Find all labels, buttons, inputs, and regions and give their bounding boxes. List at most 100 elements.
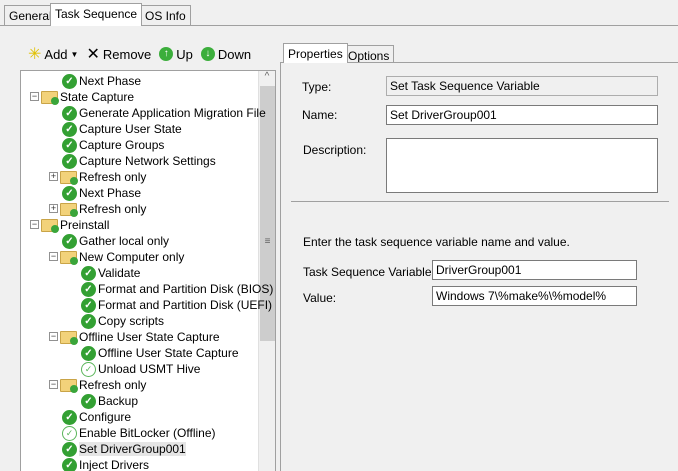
tree-item[interactable]: ✓ Generate Application Migration File (62, 105, 266, 121)
expander-minus-icon[interactable]: − (49, 252, 58, 261)
add-button[interactable]: ✳ Add ▼ (26, 44, 80, 64)
up-label: Up (176, 46, 193, 62)
tree-item-label: Configure (79, 410, 132, 424)
expander-minus-icon[interactable]: − (30, 92, 39, 101)
check-icon: ✓ (62, 233, 77, 249)
tree-scrollbar[interactable]: ^ ≡ (258, 71, 275, 471)
variable-input[interactable]: DriverGroup001 (432, 260, 637, 280)
tree-item[interactable]: Refresh only (60, 201, 146, 217)
check-icon: ✓ (62, 153, 77, 169)
check-icon: ✓ (81, 313, 96, 329)
task-sequence-tree[interactable]: ^ ≡ ✓ Next Phase − State Capture ✓ Generate A… (20, 70, 276, 471)
tree-item-label: Validate (98, 266, 141, 280)
check-icon: ✓ (81, 265, 96, 281)
tree-item-label: Copy scripts (98, 314, 165, 328)
expander-plus-icon[interactable]: + (49, 172, 58, 181)
tree-item-label: State Capture (60, 90, 135, 104)
check-icon: ✓ (81, 393, 96, 409)
tree-item-label: Unload USMT Hive (98, 362, 201, 376)
tree-item[interactable]: ✓ Next Phase (62, 73, 141, 89)
tree-item[interactable]: ✓ Set DriverGroup001 (62, 441, 186, 457)
check-icon: ✓ (62, 137, 77, 153)
check-icon: ✓ (62, 409, 77, 425)
add-icon: ✳ (28, 46, 42, 63)
instructions-text: Enter the task sequence variable name an… (303, 235, 570, 249)
tab-options[interactable]: Options (343, 45, 395, 63)
check-icon: ✓ (62, 105, 77, 121)
tree-item-label: Inject Drivers (79, 458, 150, 471)
tree-item-label: Backup (98, 394, 139, 408)
expander-plus-icon[interactable]: + (49, 204, 58, 213)
expander-minus-icon[interactable]: − (30, 220, 39, 229)
properties-panel: Type: Set Task Sequence Variable Name: S… (280, 62, 678, 471)
folder-icon (41, 218, 59, 233)
tree-item[interactable]: ✓ Offline User State Capture (81, 345, 239, 361)
tree-item-label: Format and Partition Disk (UEFI) (98, 298, 273, 312)
tree-item[interactable]: ✓ Backup (81, 393, 138, 409)
tree-item[interactable]: ✓ Inject Drivers (62, 457, 149, 471)
tree-item[interactable]: ✓ Validate (81, 265, 140, 281)
tree-item-label: Generate Application Migration File (79, 106, 266, 120)
folder-icon (41, 90, 59, 105)
tree-item[interactable]: ✓ Next Phase (62, 185, 141, 201)
value-label: Value: (303, 291, 337, 305)
tab-os-info[interactable]: OS Info (140, 5, 191, 25)
down-button[interactable]: ↓ Down (199, 47, 253, 62)
tree-item-label: Next Phase (79, 74, 142, 88)
tree-item-label: Refresh only (79, 378, 147, 392)
expander-minus-icon[interactable]: − (49, 380, 58, 389)
tab-task-sequence[interactable]: Task Sequence (50, 3, 143, 26)
tree-item[interactable]: ✓ Capture Network Settings (62, 153, 216, 169)
tree-item[interactable]: New Computer only (60, 249, 184, 265)
tree-item-label: Format and Partition Disk (BIOS) (98, 282, 274, 296)
tree-item-label: Enable BitLocker (Offline) (79, 426, 216, 440)
remove-button[interactable]: ✕ Remove (84, 44, 153, 64)
check-icon: ✓ (62, 441, 77, 457)
separator (291, 201, 669, 202)
tree-item[interactable]: Refresh only (60, 169, 146, 185)
tree-item-label: Capture User State (79, 122, 182, 136)
description-input[interactable] (386, 138, 658, 193)
up-button[interactable]: ↑ Up (157, 47, 195, 62)
folder-icon (60, 378, 78, 393)
tab-general[interactable]: General (4, 5, 57, 25)
tree-item-label: Next Phase (79, 186, 142, 200)
description-label: Description: (303, 143, 367, 157)
scroll-up-icon[interactable]: ^ (259, 71, 275, 82)
check-icon: ✓ (62, 121, 77, 137)
down-arrow-icon: ↓ (200, 47, 215, 61)
add-label: Add (44, 46, 68, 62)
tree-item[interactable]: ✓ Gather local only (62, 233, 169, 249)
down-label: Down (217, 46, 252, 62)
tab-properties[interactable]: Properties (283, 43, 348, 63)
value-input[interactable]: Windows 7\%make%\%model% (432, 286, 637, 306)
variable-label: Task Sequence Variable: (303, 265, 435, 279)
folder-icon (60, 170, 78, 185)
tree-item[interactable]: ✓ Capture User State (62, 121, 182, 137)
tree-item[interactable]: ✓ Configure (62, 409, 131, 425)
tree-item[interactable]: Preinstall (41, 217, 109, 233)
disabled-check-icon: ✓ (81, 361, 96, 377)
grip-icon: ≡ (264, 236, 271, 247)
tree-item[interactable]: Refresh only (60, 377, 146, 393)
tree-item[interactable]: ✓ Capture Groups (62, 137, 164, 153)
tree-item[interactable]: State Capture (41, 89, 134, 105)
name-input[interactable]: Set DriverGroup001 (386, 105, 658, 125)
expander-minus-icon[interactable]: − (49, 332, 58, 341)
name-label: Name: (302, 108, 338, 122)
tree-item-label: Capture Network Settings (79, 154, 216, 168)
tree-item[interactable]: ✓ Format and Partition Disk (BIOS) (81, 281, 273, 297)
tree-item-label: Refresh only (79, 202, 147, 216)
check-icon: ✓ (81, 297, 96, 313)
check-icon: ✓ (62, 185, 77, 201)
remove-label: Remove (102, 46, 152, 62)
toolbar: ✳ Add ▼ ✕ Remove ↑ Up ↓ Down (20, 42, 275, 66)
tree-item[interactable]: ✓ Copy scripts (81, 313, 164, 329)
tree-item-label: New Computer only (79, 250, 185, 264)
tree-item[interactable]: ✓ Enable BitLocker (Offline) (62, 425, 216, 441)
tree-item[interactable]: Offline User State Capture (60, 329, 220, 345)
tree-item-label: Refresh only (79, 170, 147, 184)
tree-item[interactable]: ✓ Unload USMT Hive (81, 361, 200, 377)
tree-item[interactable]: ✓ Format and Partition Disk (UEFI) (81, 297, 272, 313)
dropdown-arrow-icon: ▼ (70, 49, 79, 59)
